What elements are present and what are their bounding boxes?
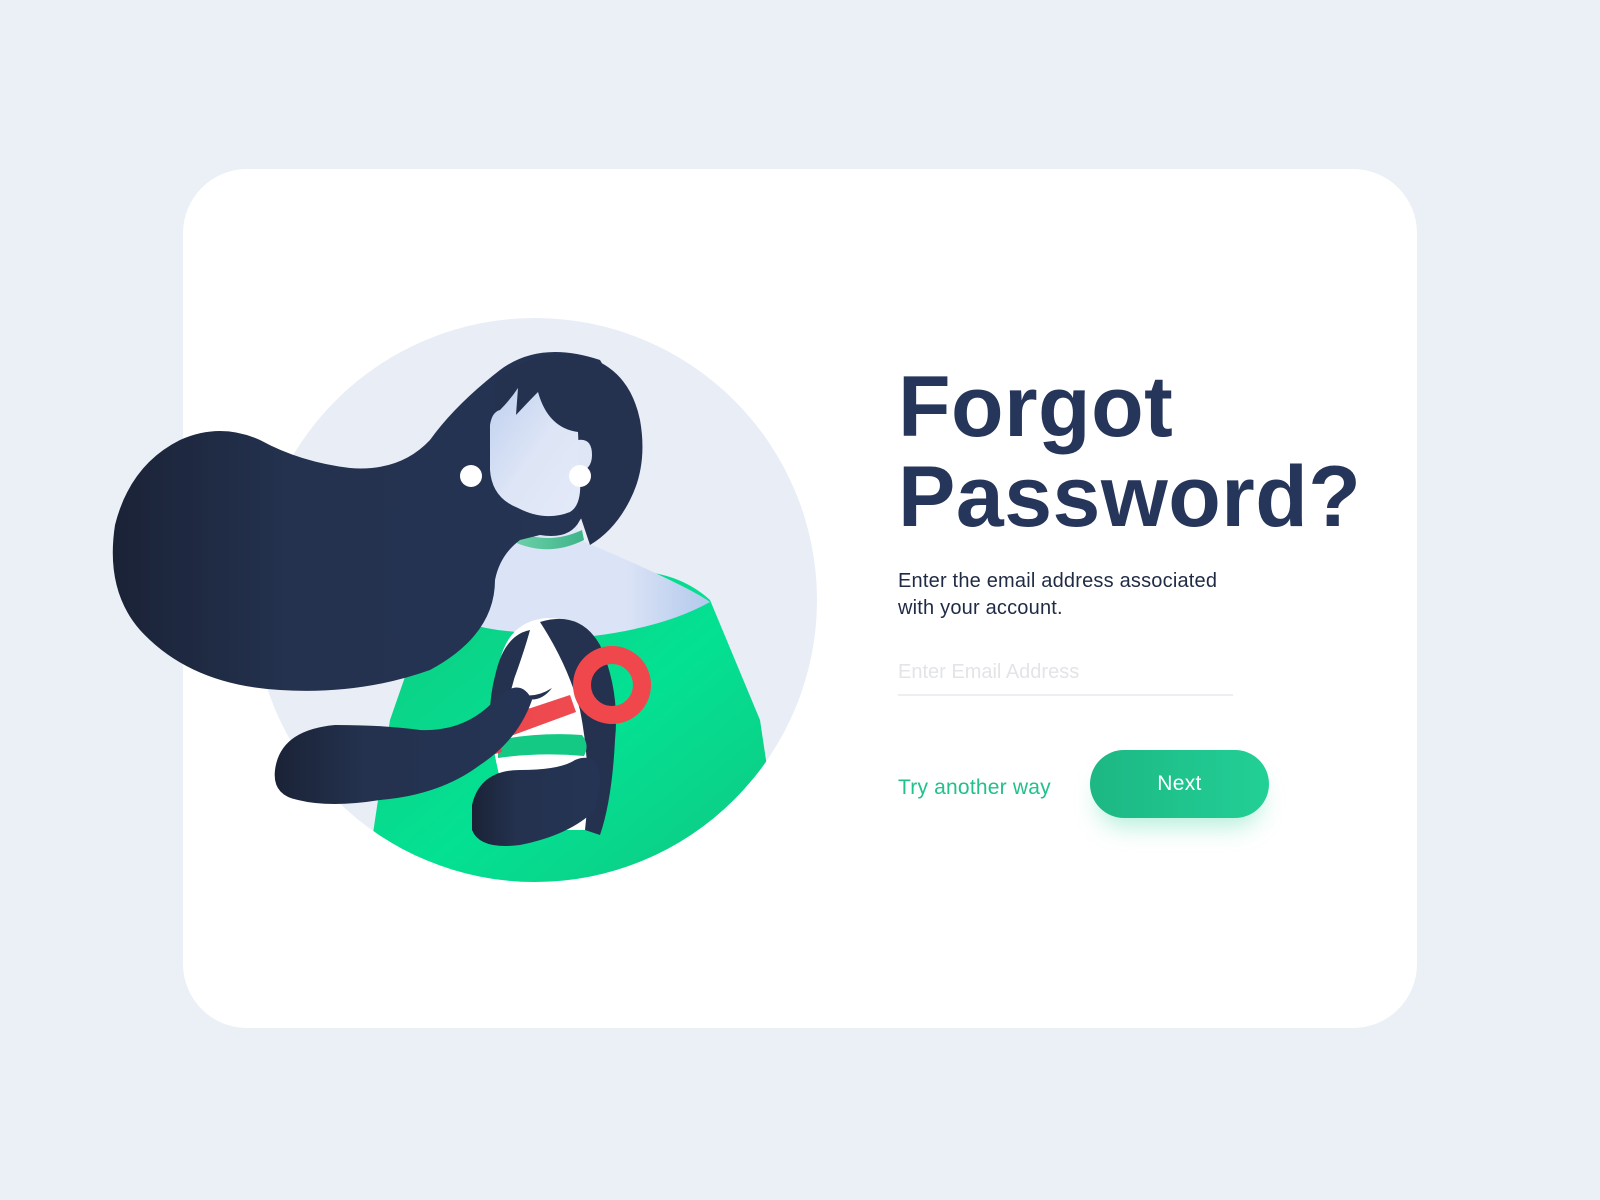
earring-right bbox=[569, 465, 591, 487]
instructions-text: Enter the email address associated with … bbox=[898, 570, 1218, 619]
email-input[interactable] bbox=[898, 654, 1233, 690]
earring-left bbox=[460, 465, 482, 487]
title-line-2: Password? bbox=[898, 449, 1362, 545]
next-button[interactable]: Next bbox=[1090, 750, 1269, 818]
title-line-1: Forgot bbox=[898, 359, 1174, 455]
woman-with-dog-illustration bbox=[100, 300, 840, 900]
dog-collar bbox=[498, 734, 587, 758]
page-title: Forgot Password? bbox=[898, 359, 1362, 545]
forgot-password-form: Forgot Password? Enter the email address… bbox=[898, 359, 1362, 820]
email-field bbox=[898, 654, 1233, 696]
try-another-way-link[interactable]: Try another way bbox=[898, 776, 1051, 800]
page: Forgot Password? Enter the email address… bbox=[0, 0, 1600, 1200]
form-actions: Try another way Next bbox=[898, 750, 1298, 820]
